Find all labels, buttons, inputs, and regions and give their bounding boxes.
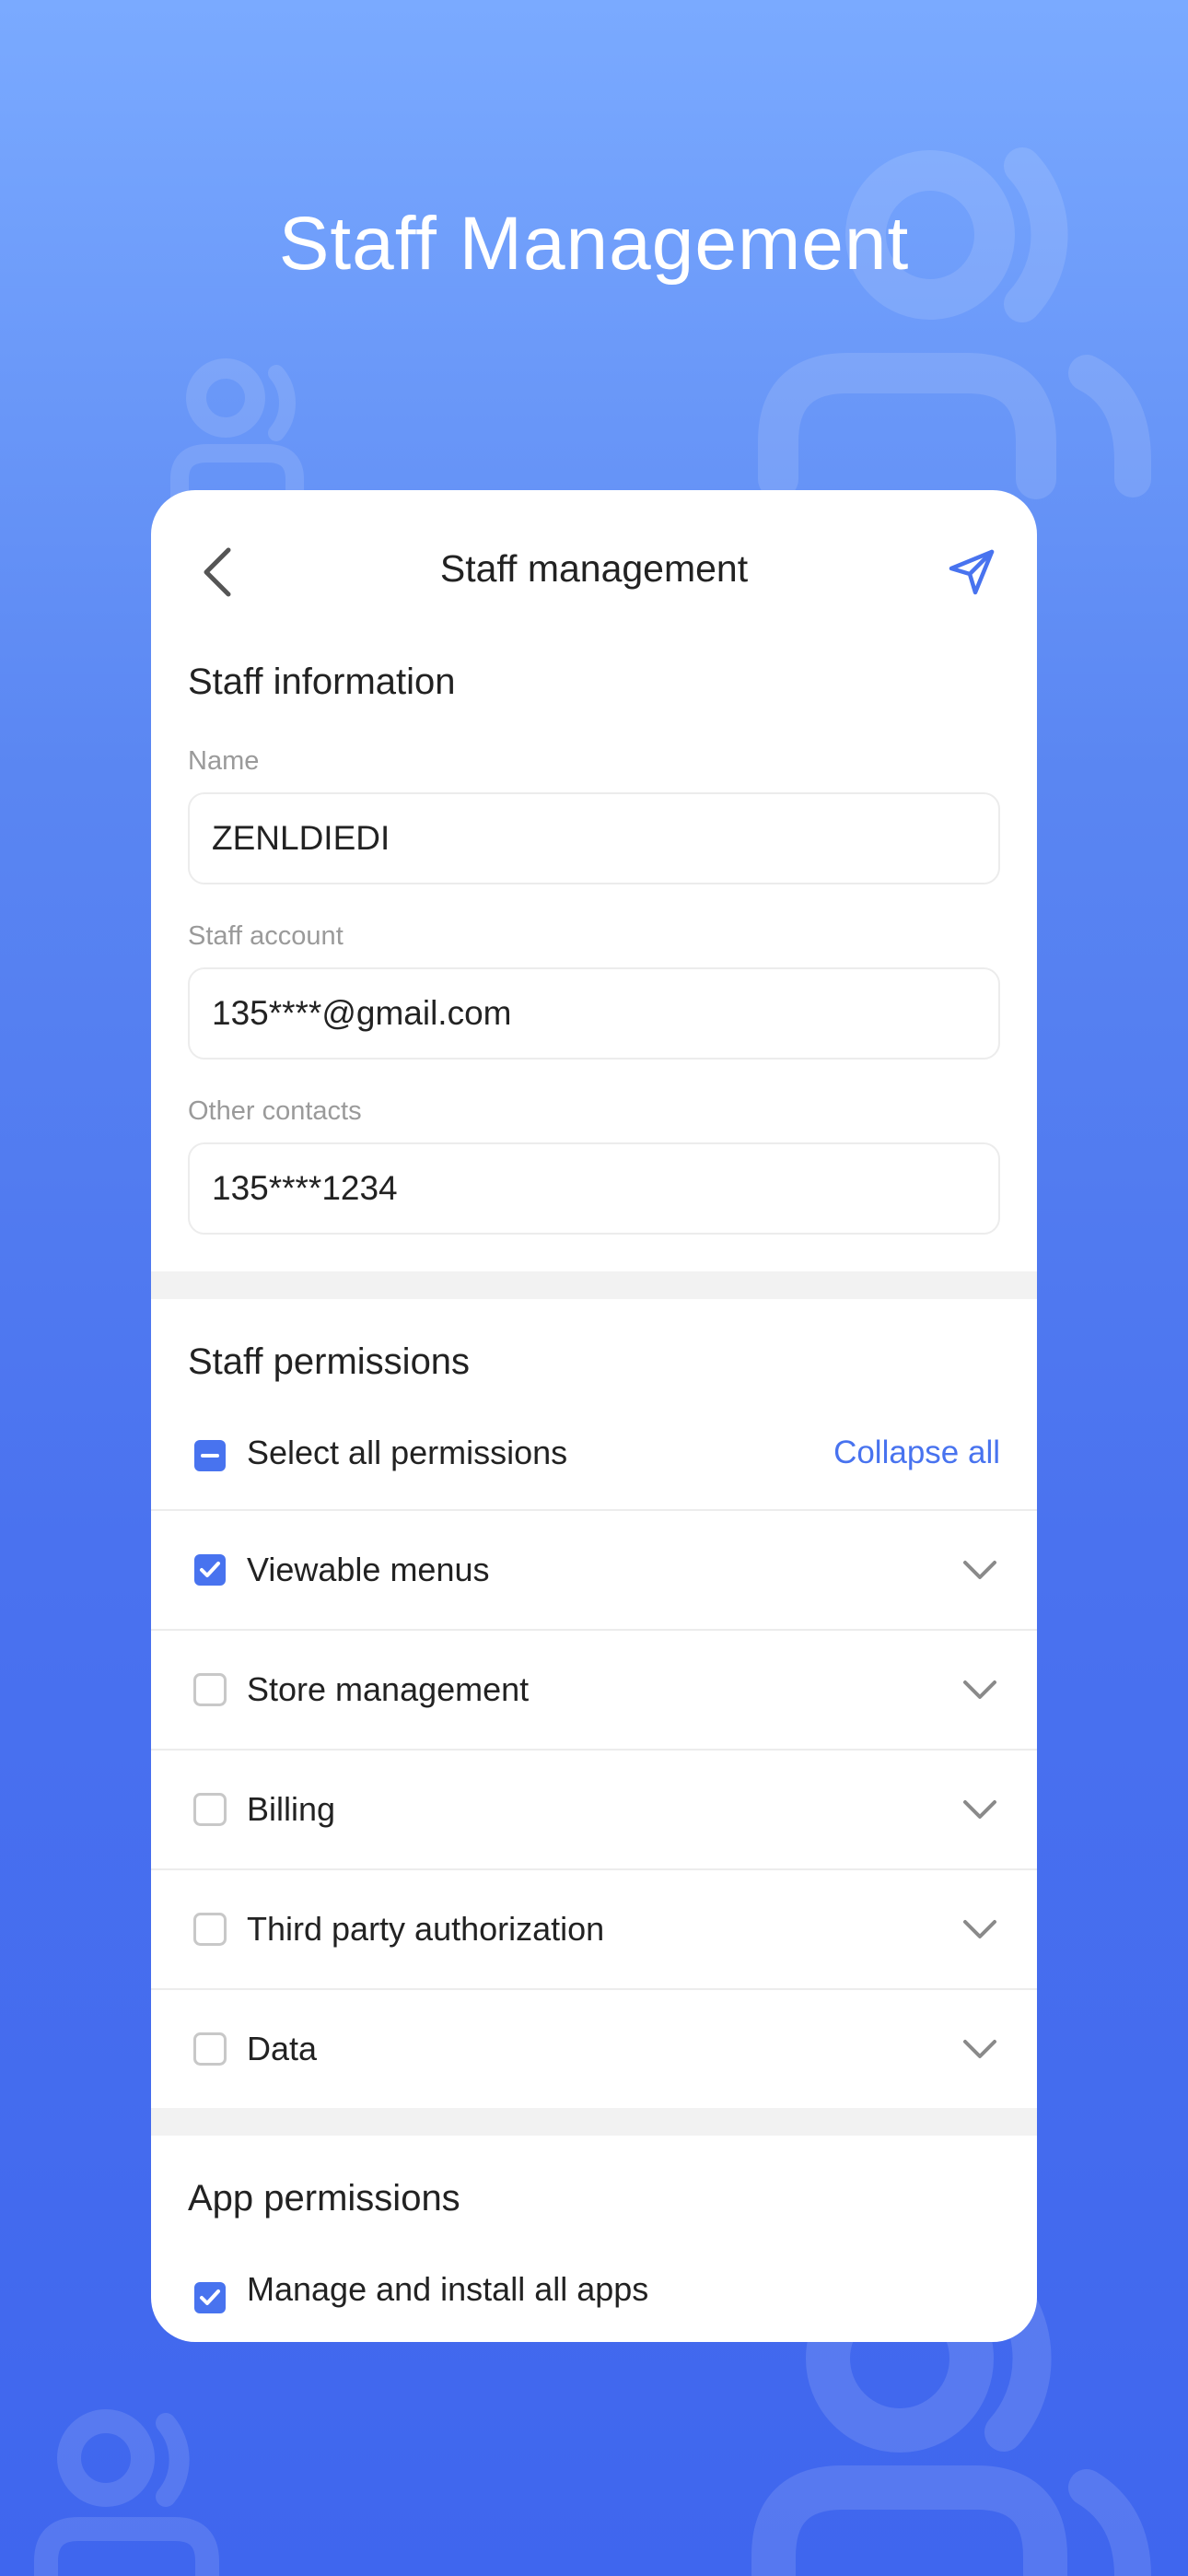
- name-label: Name: [188, 746, 260, 776]
- chevron-down-icon[interactable]: [961, 2034, 998, 2064]
- collapse-all-button[interactable]: Collapse all: [833, 1434, 1000, 1471]
- app-permission-label: Manage and install all apps: [247, 2270, 649, 2308]
- permission-row-data[interactable]: Data: [151, 1988, 1037, 2108]
- app-permission-row-manage-install[interactable]: Manage and install all apps: [151, 2239, 1037, 2340]
- indeterminate-checkbox-icon[interactable]: [193, 1439, 227, 1472]
- section-divider: [151, 2108, 1037, 2136]
- permission-label: Store management: [247, 1670, 530, 1708]
- section-divider: [151, 1271, 1037, 1299]
- paper-plane-icon: [949, 549, 995, 595]
- send-button[interactable]: [939, 540, 1004, 604]
- select-all-permissions-row[interactable]: Select all permissions Collapse all: [151, 1397, 1037, 1509]
- staff-permissions-title: Staff permissions: [188, 1341, 471, 1382]
- chevron-down-icon[interactable]: [961, 1555, 998, 1585]
- permission-row-billing[interactable]: Billing: [151, 1749, 1037, 1868]
- permission-row-viewable-menus[interactable]: Viewable menus: [151, 1509, 1037, 1629]
- permission-label: Billing: [247, 1790, 336, 1828]
- nav-bar: Staff management: [151, 490, 1037, 654]
- other-contacts-field[interactable]: 135****1234: [188, 1142, 1000, 1235]
- other-contacts-label: Other contacts: [188, 1096, 362, 1126]
- permission-row-store-management[interactable]: Store management: [151, 1629, 1037, 1749]
- chevron-down-icon[interactable]: [961, 1675, 998, 1704]
- chevron-down-icon[interactable]: [961, 1795, 998, 1824]
- select-all-label: Select all permissions: [247, 1434, 568, 1471]
- app-permissions-title: App permissions: [188, 2177, 460, 2219]
- page-title: Staff management: [439, 547, 749, 590]
- unchecked-checkbox-icon[interactable]: [193, 1913, 227, 1946]
- checked-checkbox-icon[interactable]: [193, 2281, 227, 2314]
- permission-row-third-party-authorization[interactable]: Third party authorization: [151, 1868, 1037, 1988]
- permission-label: Data: [247, 2030, 318, 2067]
- staff-information-title: Staff information: [188, 662, 456, 702]
- unchecked-checkbox-icon[interactable]: [193, 1673, 227, 1706]
- staff-account-field[interactable]: 135****@gmail.com: [188, 967, 1000, 1060]
- chevron-down-icon[interactable]: [961, 1914, 998, 1944]
- unchecked-checkbox-icon[interactable]: [193, 2032, 227, 2066]
- staff-account-label: Staff account: [188, 921, 344, 951]
- name-field[interactable]: ZENLDIEDI: [188, 792, 1000, 884]
- checked-checkbox-icon[interactable]: [193, 1553, 227, 1587]
- staff-management-card: Staff management Staff information Name …: [151, 490, 1037, 2342]
- permission-label: Third party authorization: [247, 1910, 605, 1948]
- staff-information-section: Staff information Name ZENLDIEDI Staff a…: [151, 654, 1037, 1235]
- hero-title: Staff Management: [278, 202, 910, 286]
- permission-label: Viewable menus: [247, 1551, 490, 1588]
- unchecked-checkbox-icon[interactable]: [193, 1793, 227, 1826]
